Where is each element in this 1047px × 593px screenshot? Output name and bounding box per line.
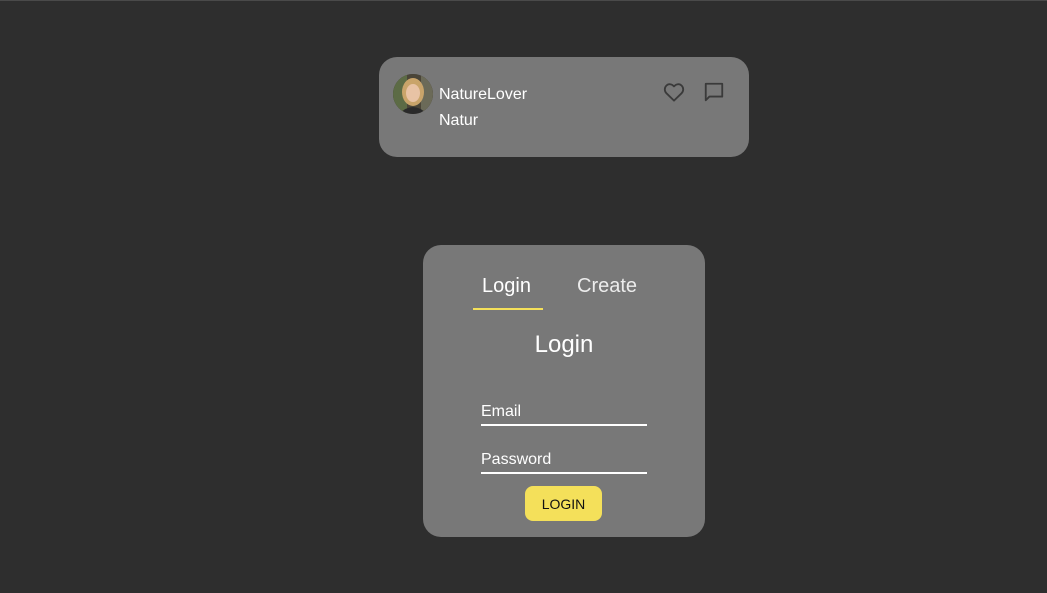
active-tab-indicator: [473, 308, 543, 310]
auth-card: Login Create Login LOGIN: [423, 245, 705, 537]
comment-button[interactable]: [702, 80, 726, 104]
avatar-photo-icon: [393, 74, 433, 114]
tab-login[interactable]: Login: [482, 274, 531, 298]
app-page: NatureLover Natur Login Create Login LOG…: [0, 0, 1047, 593]
post-username[interactable]: NatureLover: [439, 86, 527, 104]
form-title: Login: [534, 331, 594, 358]
email-field[interactable]: [481, 400, 647, 426]
like-button[interactable]: [662, 80, 686, 104]
password-field[interactable]: [481, 448, 647, 474]
comment-icon: [704, 82, 724, 102]
user-avatar[interactable]: [393, 74, 433, 114]
login-button[interactable]: LOGIN: [525, 486, 602, 521]
post-text: Natur: [439, 112, 479, 129]
post-card: NatureLover Natur: [379, 57, 749, 157]
heart-icon: [663, 83, 685, 102]
tab-create[interactable]: Create: [577, 274, 637, 298]
